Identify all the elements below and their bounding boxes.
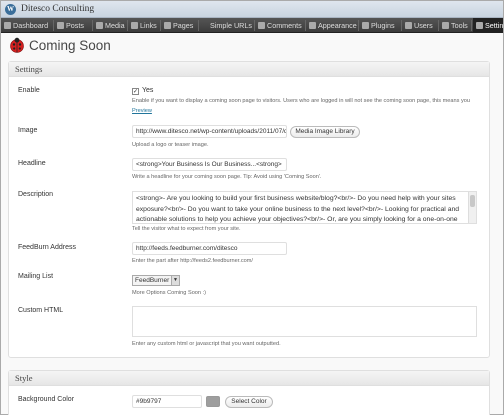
site-title: Ditesco Consulting [21,4,95,14]
menu-separator [471,20,472,31]
image-help: Upload a logo or teaser image. [132,142,209,148]
feedburner-label: FeedBurn Address [18,244,76,251]
pin-icon [57,22,64,29]
settings-icon [476,22,483,29]
menu-separator [305,20,306,31]
background-color-label: Background Color [18,396,75,403]
menu-separator [254,20,255,31]
description-line: actionable solutions to help you achieve… [136,216,458,223]
users-icon [405,22,412,29]
description-help: Tell the visitor what to expect from you… [132,226,241,232]
enable-label: Enable [18,87,40,94]
media-icon [96,22,103,29]
dashboard-icon [4,22,11,29]
menu-separator [198,20,199,31]
menu-plugins[interactable]: Plugins [362,18,395,32]
mailing-list-help: More Options Coming Soon :) [132,290,206,296]
menu-separator [92,20,93,31]
headline-input[interactable]: <strong>Your Business Is Our Business...… [132,158,287,171]
menu-settings[interactable]: Settings [473,18,503,32]
description-line: exposure?<br/>- Do you want to take your… [136,205,460,213]
mailing-list-select[interactable]: FeedBurner ▼ [132,275,180,286]
menu-comments[interactable]: Comments [258,18,302,32]
description-textarea[interactable]: <strong>- Are you looking to build your … [132,191,477,224]
background-color-input[interactable]: #9b9797 [132,395,202,408]
menu-separator [401,20,402,31]
appearance-icon [309,22,316,29]
enable-help: Enable if you want to display a coming s… [132,98,470,104]
chevron-down-icon: ▼ [171,276,179,285]
menu-separator [53,20,54,31]
menu-simple-urls[interactable]: Simple URLs [210,18,252,32]
menu-posts[interactable]: Posts [57,18,84,32]
menu-pages[interactable]: Pages [164,18,193,32]
enable-checkbox[interactable]: ✓ [132,88,139,95]
custom-html-label: Custom HTML [18,307,64,314]
ladybug-icon [10,37,24,53]
plugin-icon [362,22,369,29]
menu-links[interactable]: Links [131,18,157,32]
page-title: Coming Soon [29,38,111,53]
description-label: Description [18,191,54,198]
custom-html-help: Enter any custom html or javascript that… [132,341,281,347]
menu-separator [438,20,439,31]
description-line: <strong>- Are you looking to build your … [136,195,456,202]
headline-label: Headline [18,160,46,167]
link-icon [131,22,138,29]
menu-appearance[interactable]: Appearance [309,18,357,32]
feedburner-input[interactable]: http://feeds.feedburner.com/ditesco [132,242,287,255]
tools-icon [442,22,449,29]
mailing-list-label: Mailing List [18,273,54,280]
scrollbar-thumb[interactable] [470,195,475,207]
custom-html-textarea[interactable] [132,306,477,337]
image-label: Image [18,127,38,134]
menu-separator [127,20,128,31]
image-url-input[interactable]: http://www.ditesco.net/wp-content/upload… [132,125,287,138]
style-panel: Style [8,370,490,415]
media-image-library-button[interactable]: Media Image Library [290,126,360,138]
wordpress-icon: W [5,4,16,15]
mailing-list-selected: FeedBurner [135,277,170,284]
menu-separator [358,20,359,31]
menu-users[interactable]: Users [405,18,433,32]
admin-menu-bar: Dashboard Posts Media Links Pages Simple… [1,18,503,33]
enable-checkbox-label: Yes [142,87,154,94]
feedburner-help: Enter the part after http://feeds2.feedb… [132,258,253,264]
pages-icon [164,22,171,29]
menu-tools[interactable]: Tools [442,18,468,32]
color-swatch[interactable] [206,396,220,407]
headline-help: Write a headline for your coming soon pa… [132,174,322,180]
browser-titlebar: W Ditesco Consulting [1,1,503,18]
comment-icon [258,22,265,29]
menu-media[interactable]: Media [96,18,125,32]
description-scrollbar[interactable] [468,192,476,223]
menu-dashboard[interactable]: Dashboard [4,18,48,32]
menu-separator [160,20,161,31]
select-color-button[interactable]: Select Color [225,396,273,408]
style-heading: Style [9,371,489,386]
settings-heading: Settings [9,62,489,77]
preview-link[interactable]: Preview [132,108,152,114]
